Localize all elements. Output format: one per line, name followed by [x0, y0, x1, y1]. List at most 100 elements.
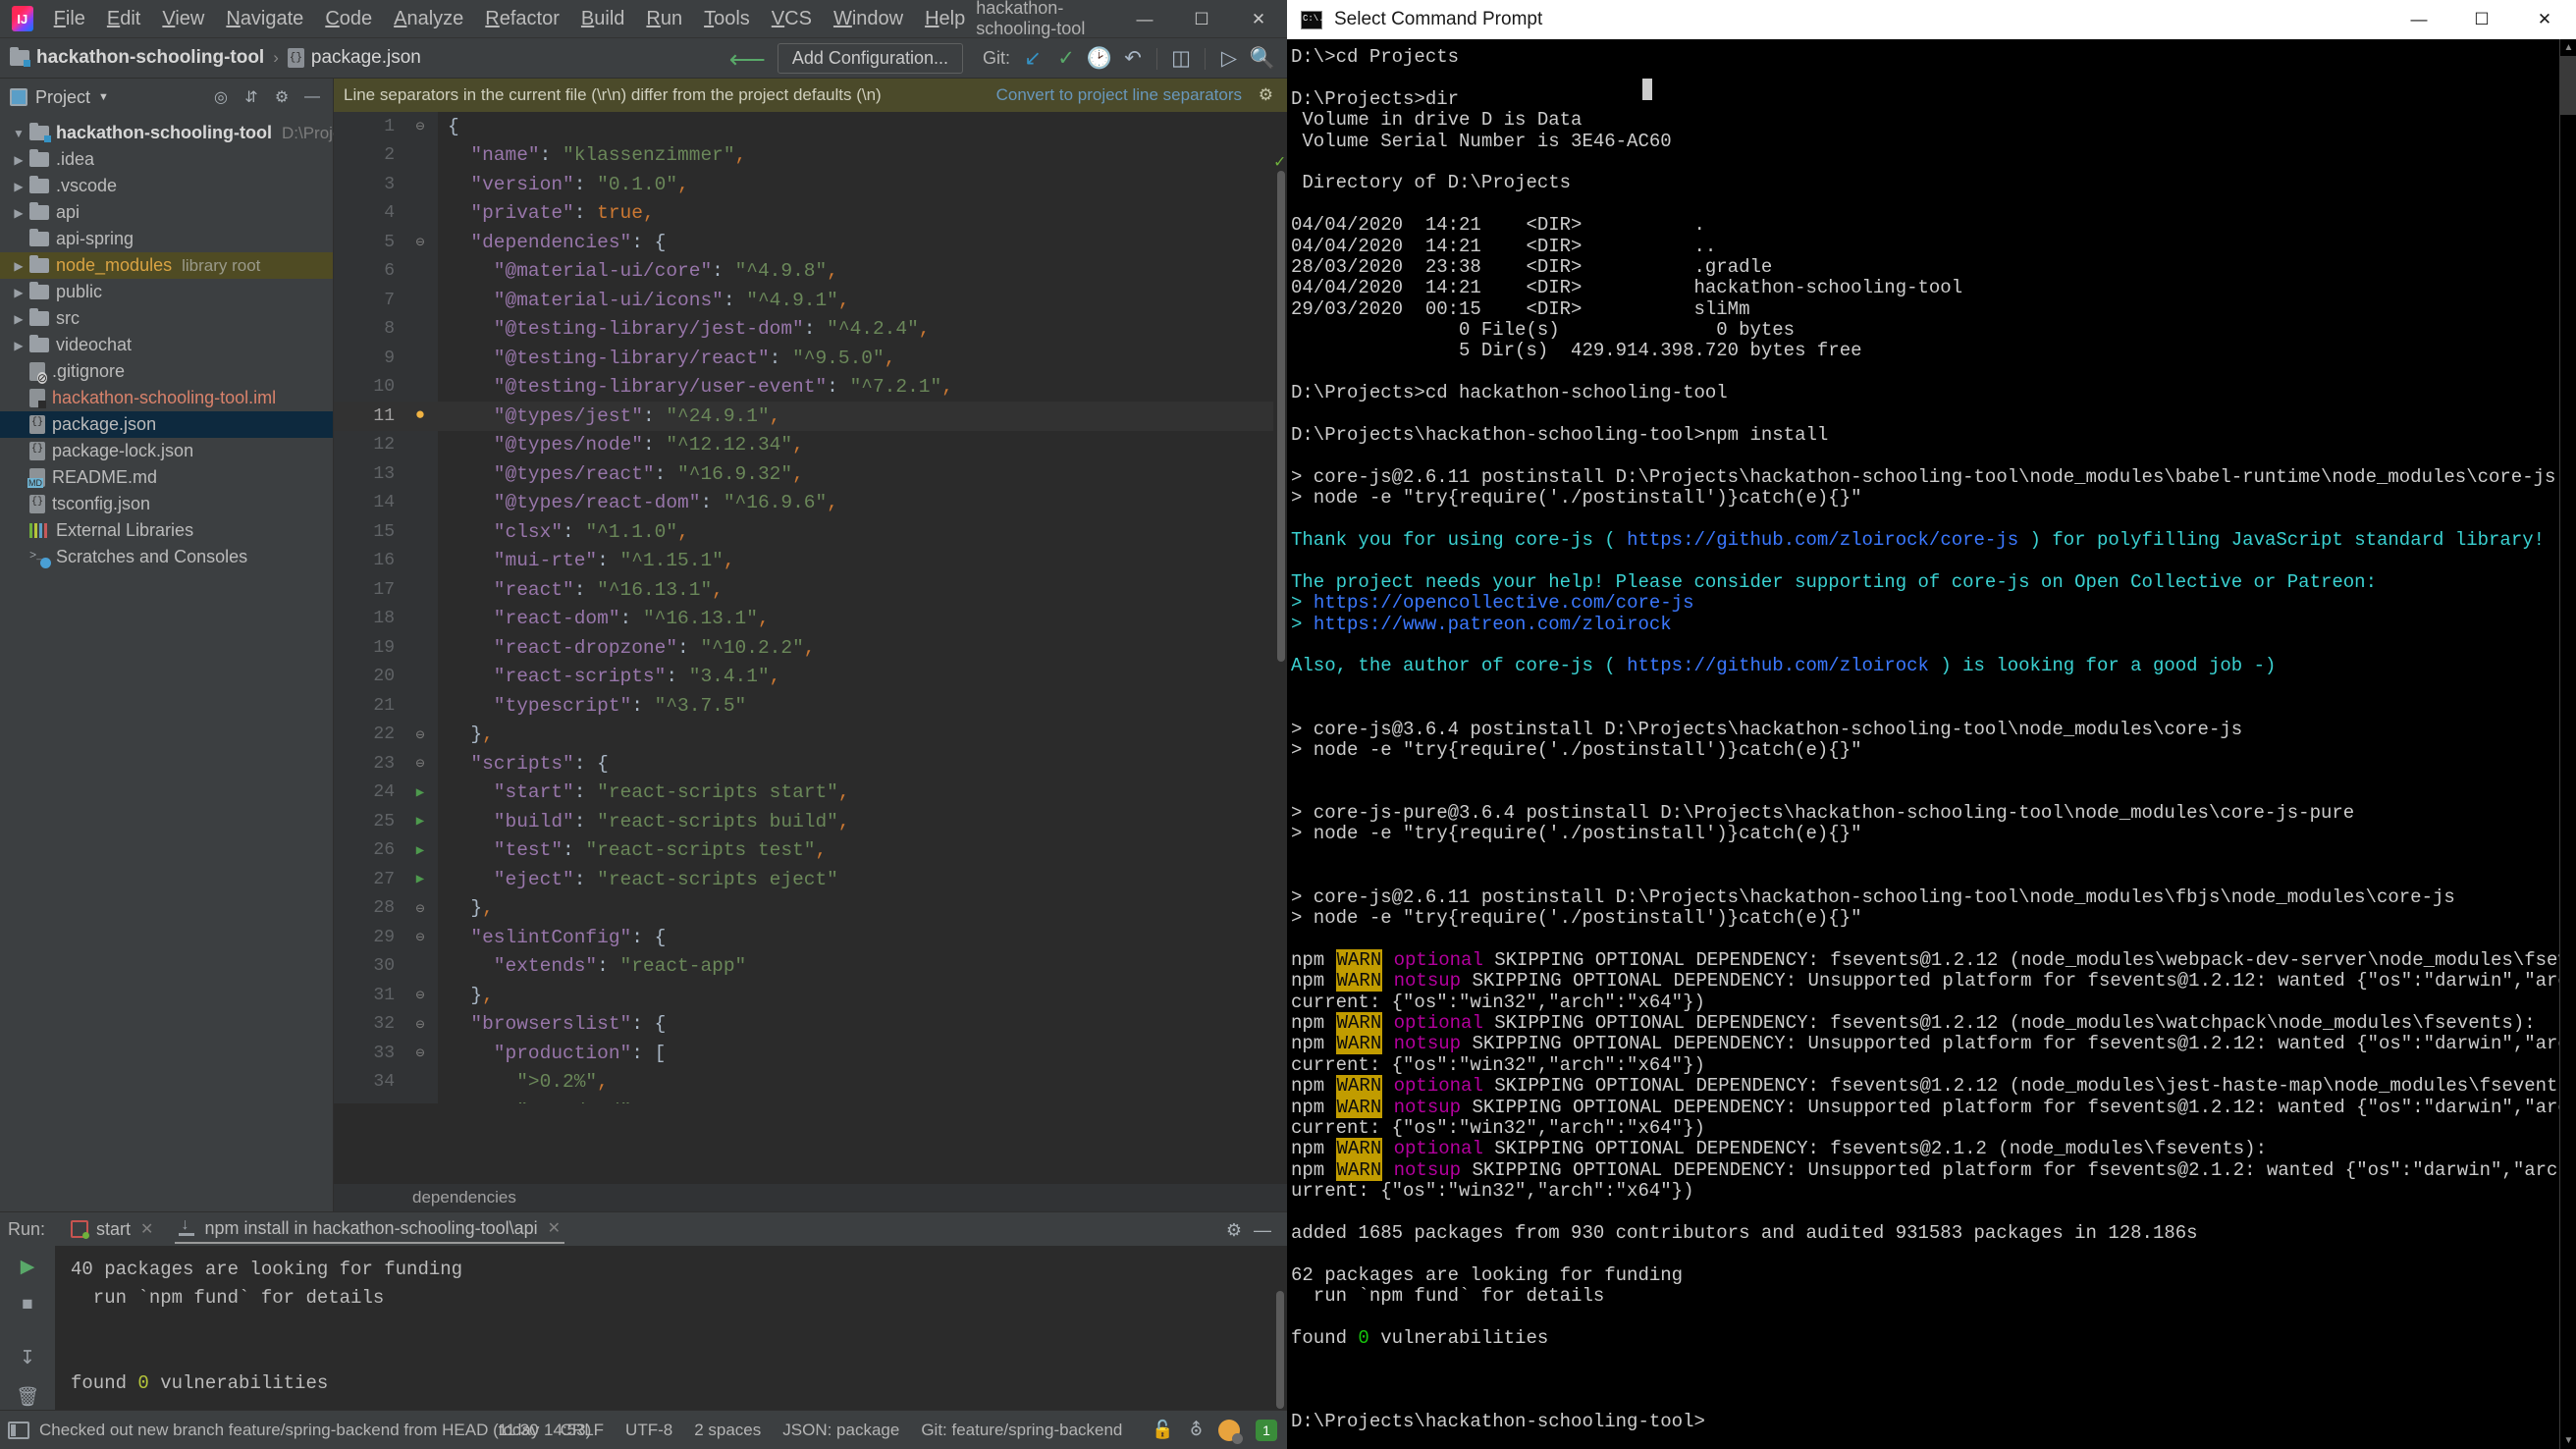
- code-line[interactable]: 10 "@testing-library/user-event": "^7.2.…: [334, 373, 1287, 402]
- code-line[interactable]: 15 "clsx": "^1.1.0",: [334, 517, 1287, 547]
- code-line[interactable]: 26 ▶ "test": "react-scripts test",: [334, 836, 1287, 866]
- run-script-icon[interactable]: ▶: [402, 842, 438, 859]
- code-line[interactable]: 21 "typescript": "^3.7.5": [334, 691, 1287, 721]
- code-line[interactable]: 1 ⊖ {: [334, 112, 1287, 141]
- toggle-toolwindows-icon[interactable]: [8, 1421, 29, 1439]
- editor-scrollbar-thumb[interactable]: [1277, 171, 1285, 662]
- update-project-icon[interactable]: ↙: [1016, 44, 1049, 74]
- chevron-right-icon[interactable]: ▶: [8, 312, 29, 326]
- menu-run[interactable]: Run: [635, 4, 693, 34]
- settings-icon[interactable]: ⚙: [269, 84, 295, 110]
- status-encoding[interactable]: UTF-8: [625, 1421, 672, 1440]
- inspector-icon[interactable]: ⛢: [1190, 1420, 1203, 1440]
- close-button[interactable]: ✕: [1230, 0, 1287, 38]
- tree-item-readme-md[interactable]: ▶README.md: [0, 464, 333, 491]
- chevron-down-icon[interactable]: ▼: [8, 127, 29, 140]
- code-line[interactable]: 17 "react": "^16.13.1",: [334, 575, 1287, 605]
- code-line[interactable]: 2 "name": "klassenzimmer",: [334, 141, 1287, 171]
- menu-window[interactable]: Window: [823, 4, 914, 34]
- fold-marker-icon[interactable]: ⊖: [402, 1044, 438, 1062]
- project-panel-title[interactable]: Project: [35, 87, 90, 108]
- run-script-icon[interactable]: ▶: [402, 784, 438, 801]
- breadcrumb-file[interactable]: package.json: [311, 47, 421, 69]
- code-line[interactable]: 33 ⊖ "production": [: [334, 1039, 1287, 1068]
- convert-line-separators-link[interactable]: Convert to project line separators: [996, 85, 1242, 105]
- stop-icon[interactable]: ■: [14, 1294, 41, 1315]
- minimize-button[interactable]: —: [1116, 0, 1173, 38]
- code-line[interactable]: 14 "@types/react-dom": "^16.9.6",: [334, 489, 1287, 518]
- menu-vcs[interactable]: VCS: [761, 4, 823, 34]
- tree-item--idea[interactable]: ▶ .idea: [0, 146, 333, 173]
- chevron-right-icon[interactable]: ▶: [8, 180, 29, 193]
- code-line[interactable]: 13 "@types/react": "^16.9.32",: [334, 459, 1287, 489]
- code-line[interactable]: 24 ▶ "start": "react-scripts start",: [334, 778, 1287, 808]
- code-line[interactable]: 35 "not dead",: [334, 1097, 1287, 1103]
- cmd-minimize-button[interactable]: —: [2388, 0, 2450, 39]
- close-icon[interactable]: ✕: [548, 1218, 561, 1238]
- hide-icon[interactable]: —: [299, 84, 325, 110]
- chevron-right-icon[interactable]: ▶: [8, 339, 29, 352]
- code-line[interactable]: 32 ⊖ "browserslist": {: [334, 1010, 1287, 1040]
- trash-icon[interactable]: 🗑: [14, 1385, 41, 1409]
- code-line[interactable]: 3 "version": "0.1.0",: [334, 170, 1287, 199]
- menu-view[interactable]: View: [151, 4, 215, 34]
- code-line[interactable]: 7 "@material-ui/icons": "^4.9.1",: [334, 286, 1287, 315]
- commit-icon[interactable]: ✓: [1049, 44, 1083, 74]
- status-schema[interactable]: JSON: package: [782, 1421, 899, 1440]
- history-icon[interactable]: 🕑: [1083, 44, 1116, 74]
- tree-item--vscode[interactable]: ▶ .vscode: [0, 173, 333, 199]
- fold-marker-icon[interactable]: ⊖: [402, 1015, 438, 1034]
- run-settings-icon[interactable]: ⚙: [1226, 1220, 1242, 1241]
- event-count-badge[interactable]: 1: [1256, 1419, 1277, 1441]
- code-line[interactable]: 28 ⊖ },: [334, 894, 1287, 924]
- console-link[interactable]: https://github.com/zloirock: [1627, 655, 1929, 676]
- run-minimize-icon[interactable]: —: [1254, 1220, 1271, 1241]
- fold-marker-icon[interactable]: ⊖: [402, 928, 438, 946]
- chevron-right-icon[interactable]: ▶: [8, 259, 29, 273]
- breadcrumb-project[interactable]: hackathon-schooling-tool: [36, 47, 264, 69]
- lock-icon[interactable]: 🔓: [1152, 1420, 1173, 1440]
- menu-navigate[interactable]: Navigate: [215, 4, 314, 34]
- chevron-right-icon[interactable]: ▶: [8, 286, 29, 299]
- run-script-icon[interactable]: ▶: [402, 813, 438, 830]
- tree-item-package-lock-json[interactable]: ▶package-lock.json: [0, 438, 333, 464]
- code-line[interactable]: 30 "extends": "react-app": [334, 952, 1287, 982]
- tree-item-src[interactable]: ▶ src: [0, 305, 333, 332]
- code-line[interactable]: 6 "@material-ui/core": "^4.9.8",: [334, 257, 1287, 287]
- locate-icon[interactable]: ◎: [208, 84, 234, 110]
- add-configuration-button[interactable]: Add Configuration...: [777, 43, 963, 74]
- code-line[interactable]: 5 ⊖ "dependencies": {: [334, 228, 1287, 257]
- menu-file[interactable]: File: [43, 4, 96, 34]
- tree-item-hackathon-schooling-tool-iml[interactable]: ▶hackathon-schooling-tool.iml: [0, 385, 333, 411]
- code-line[interactable]: 19 "react-dropzone": "^10.2.2",: [334, 633, 1287, 663]
- tree-item-videochat[interactable]: ▶ videochat: [0, 332, 333, 358]
- tree-item-hackathon-schooling-tool[interactable]: ▼ hackathon-schooling-tool D:\Projects\: [0, 120, 368, 146]
- console-link[interactable]: https://github.com/zloirock/core-js: [1627, 529, 2018, 551]
- scroll-to-end-icon[interactable]: ↧: [14, 1347, 41, 1369]
- run-tab-start[interactable]: start ✕: [67, 1216, 157, 1243]
- menu-tools[interactable]: Tools: [693, 4, 761, 34]
- code-line[interactable]: 11 ● "@types/jest": "^24.9.1",: [334, 402, 1287, 431]
- gear-icon[interactable]: ⚙: [1259, 85, 1273, 105]
- intention-bulb-icon[interactable]: ●: [402, 406, 438, 425]
- scroll-up-icon[interactable]: ▲: [2560, 39, 2576, 56]
- tree-item-api[interactable]: ▶ api: [0, 199, 333, 226]
- code-line[interactable]: 34 ">0.2%",: [334, 1068, 1287, 1098]
- tree-item-tsconfig-json[interactable]: ▶tsconfig.json: [0, 491, 333, 517]
- fold-marker-icon[interactable]: ⊖: [402, 899, 438, 918]
- cmd-scrollbar[interactable]: ▲ ▼: [2559, 39, 2576, 1449]
- fold-marker-icon[interactable]: ⊖: [402, 117, 438, 135]
- status-line-separator[interactable]: CRLF: [561, 1421, 604, 1440]
- fold-marker-icon[interactable]: ⊖: [402, 725, 438, 744]
- fold-marker-icon[interactable]: ⊖: [402, 754, 438, 773]
- menu-refactor[interactable]: Refactor: [474, 4, 570, 34]
- cmd-close-button[interactable]: ✕: [2513, 0, 2576, 39]
- console-link[interactable]: https://opencollective.com/core-js: [1314, 592, 1694, 614]
- tree-item--gitignore[interactable]: ▶.gitignore: [0, 358, 333, 385]
- run-tab-npm-install[interactable]: npm install in hackathon-schooling-tool\…: [175, 1215, 565, 1244]
- tree-item-external-libraries[interactable]: ▶External Libraries: [0, 517, 333, 544]
- chevron-down-icon[interactable]: ▼: [98, 91, 109, 103]
- code-line[interactable]: 9 "@testing-library/react": "^9.5.0",: [334, 344, 1287, 373]
- code-line[interactable]: 12 "@types/node": "^12.12.34",: [334, 431, 1287, 460]
- fold-marker-icon[interactable]: ⊖: [402, 233, 438, 251]
